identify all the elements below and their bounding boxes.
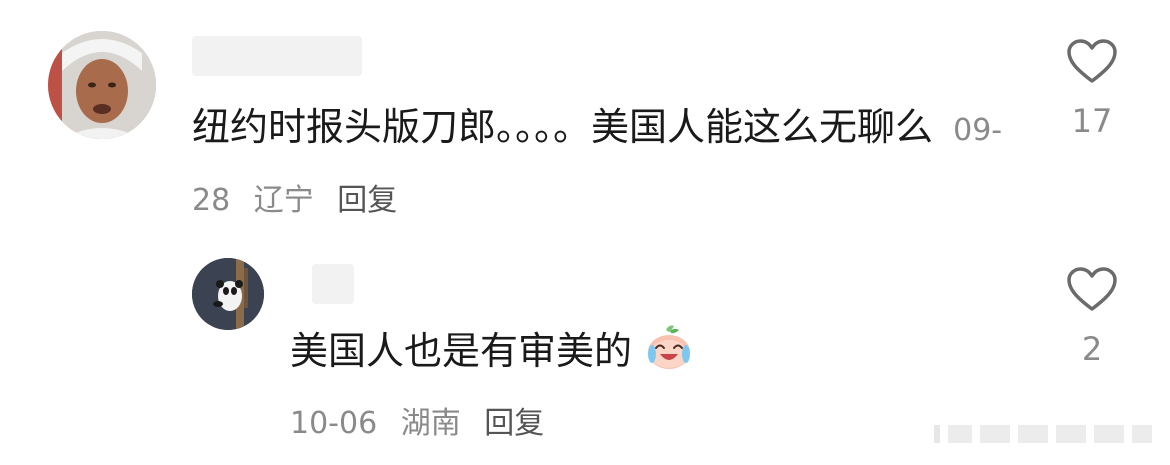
heart-icon: [1067, 267, 1117, 311]
username-redacted[interactable]: [312, 264, 354, 304]
heart-icon: [1067, 39, 1117, 83]
avatar[interactable]: [192, 258, 264, 330]
reply-meta: 10-06 湖南 回复: [290, 398, 558, 442]
like-button[interactable]: 17: [1062, 38, 1122, 140]
like-button[interactable]: 2: [1062, 266, 1122, 368]
like-count: 17: [1071, 102, 1113, 140]
watermark-mark: [934, 425, 1152, 443]
reply-date: 10-06: [290, 406, 378, 441]
watermark-blur: [934, 421, 1154, 453]
panda-avatar-image: [192, 258, 264, 330]
like-count: 2: [1081, 330, 1103, 368]
comment-body: 纽约时报头版刀郎。。。。美国人能这么无聊么 09-28 辽宁 回复: [192, 94, 1022, 234]
avatar[interactable]: [48, 31, 156, 139]
comment-location: 辽宁: [253, 183, 314, 218]
reply-text: 美国人也是有审美的: [290, 329, 633, 373]
username-redacted[interactable]: [192, 36, 362, 76]
avatar-person-image: [48, 31, 156, 139]
comment-text: 纽约时报头版刀郎。。。。美国人能这么无聊么: [192, 105, 934, 149]
reply-button[interactable]: 回复: [337, 183, 397, 218]
reply-body: 美国人也是有审美的: [290, 318, 694, 384]
reply-button[interactable]: 回复: [484, 406, 544, 441]
reply-location: 湖南: [400, 406, 461, 441]
crying-laughing-peach-emoji: [648, 325, 691, 369]
